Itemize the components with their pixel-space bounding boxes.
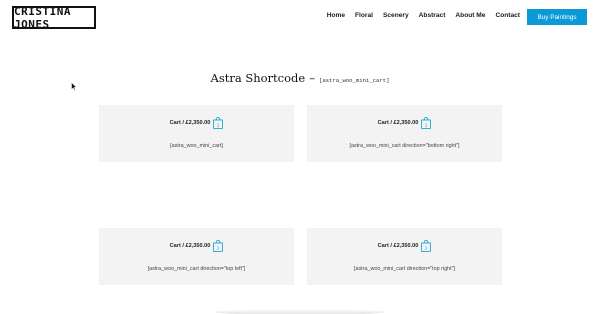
nav-abstract[interactable]: Abstract [419,12,446,19]
mini-cart-card-bottom-right: Cart / £2,350.00 1 [astra_woo_mini_cart … [307,105,502,162]
cart-total: Cart / £2,350.00 [169,243,211,249]
cart-total: Cart / £2,350.00 [377,243,419,249]
cart-total: Cart / £2,350.00 [377,120,419,126]
title-text: Astra Shortcode [210,71,306,85]
shortcode-label: [astra_woo_mini_cart] [170,143,223,149]
mini-cart-link[interactable]: Cart / £2,350.00 1 [307,117,502,129]
nav-about-me[interactable]: About Me [455,12,485,19]
shopping-bag-icon: 1 [421,117,432,129]
title-shortcode: [astra_woo_mini_cart] [318,77,390,84]
nav-contact[interactable]: Contact [495,12,520,19]
title-dash: – [309,71,315,85]
site-header: Cristina Jones Home Floral Scenery Abstr… [0,0,600,36]
page-title: Astra Shortcode – [astra_woo_mini_cart] [0,71,600,85]
shopping-bag-icon: 1 [421,240,432,252]
mini-cart-link[interactable]: Cart / £2,350.00 1 [307,240,502,252]
mini-cart-card-top-right: Cart / £2,350.00 1 [astra_woo_mini_cart … [307,228,502,285]
mini-cart-card-top-left: Cart / £2,350.00 1 [astra_woo_mini_cart … [99,228,294,285]
main-nav: Home Floral Scenery Abstract About Me Co… [317,12,520,19]
nav-scenery[interactable]: Scenery [383,12,409,19]
buy-paintings-button[interactable]: Buy Paintings [527,9,587,25]
shopping-bag-icon: 1 [213,240,224,252]
site-logo[interactable]: Cristina Jones [12,5,96,31]
mini-cart-card-default: Cart / £2,350.00 1 [astra_woo_mini_cart] [99,105,294,162]
cart-total: Cart / £2,350.00 [169,120,211,126]
shortcode-label: [astra_woo_mini_cart direction="top righ… [353,266,456,272]
nav-home[interactable]: Home [327,12,345,19]
mini-cart-link[interactable]: Cart / £2,350.00 1 [99,240,294,252]
shortcode-label: [astra_woo_mini_cart direction="top left… [147,266,246,272]
cart-count: 1 [217,122,220,127]
footer-shadow [215,309,385,314]
cart-count: 1 [425,122,428,127]
nav-floral[interactable]: Floral [355,12,373,19]
cart-count: 1 [217,245,220,250]
mini-cart-link[interactable]: Cart / £2,350.00 1 [99,117,294,129]
cart-count: 1 [425,245,428,250]
shopping-bag-icon: 1 [213,117,224,129]
shortcode-label: [astra_woo_mini_cart direction="bottom r… [349,143,460,149]
